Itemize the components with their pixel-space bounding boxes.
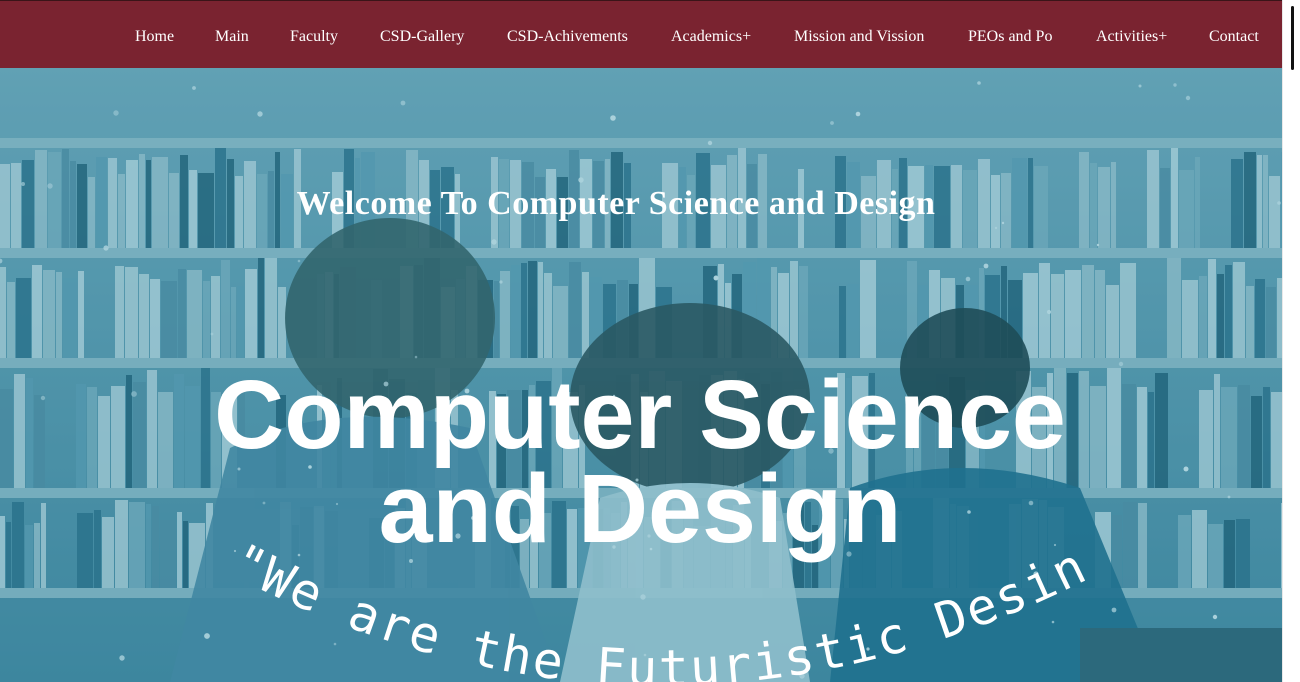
- scrollbar-thumb[interactable]: [1291, 6, 1294, 70]
- nav-item-academics[interactable]: Academics+: [671, 28, 751, 46]
- top-navigation-bar: Home Main Faculty CSD-Gallery CSD-Achive…: [0, 0, 1282, 68]
- hero-tagline: "We are the Futuristic Desingers": [0, 68, 1094, 682]
- nav-item-main[interactable]: Main: [215, 28, 249, 46]
- nav-item-faculty[interactable]: Faculty: [290, 28, 338, 46]
- nav-item-mission-vission[interactable]: Mission and Vission: [794, 28, 924, 46]
- nav-item-contact[interactable]: Contact: [1209, 28, 1259, 46]
- nav-item-activities[interactable]: Activities+: [1096, 28, 1167, 46]
- nav-item-peos-po[interactable]: PEOs and Po: [968, 28, 1052, 46]
- nav-item-home[interactable]: Home: [135, 28, 174, 46]
- nav-item-csd-gallery[interactable]: CSD-Gallery: [380, 28, 464, 46]
- hero-tagline-arc: "We are the Futuristic Desingers": [0, 68, 1096, 682]
- page-scrollbar[interactable]: [1282, 0, 1300, 682]
- svg-text:"We are the Futuristic Desinge: "We are the Futuristic Desingers": [0, 68, 1096, 682]
- nav-item-csd-achivements[interactable]: CSD-Achivements: [507, 28, 628, 46]
- hero-section: Welcome To Computer Science and Design C…: [0, 68, 1282, 682]
